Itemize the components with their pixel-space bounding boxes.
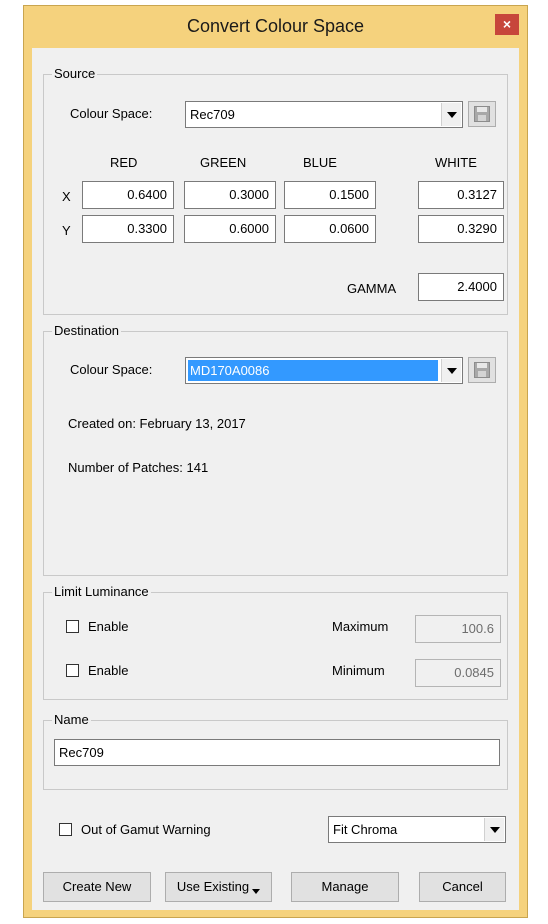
manage-button[interactable]: Manage [291, 872, 399, 902]
source-colour-space-select[interactable]: Rec709 [185, 101, 463, 128]
close-icon: × [502, 16, 512, 32]
create-new-button[interactable]: Create New [43, 872, 151, 902]
maximum-enable-label: Enable [88, 619, 129, 634]
number-of-patches-text: Number of Patches: 141 [68, 460, 209, 475]
chevron-down-icon[interactable] [441, 359, 461, 382]
convert-colour-space-dialog: Convert Colour Space × Source Colour Spa… [23, 5, 528, 918]
dropdown-caret-icon [252, 889, 261, 894]
name-input[interactable]: Rec709 [54, 739, 500, 766]
save-disk-icon [474, 106, 490, 122]
source-legend: Source [52, 66, 98, 82]
x-blue-field[interactable]: 0.1500 [284, 181, 376, 209]
row-x-label: X [62, 189, 71, 204]
gamut-warning-label: Out of Gamut Warning [81, 822, 211, 837]
title-bar[interactable]: Convert Colour Space × [24, 6, 527, 48]
gamut-mapping-select[interactable]: Fit Chroma [328, 816, 506, 843]
name-group: Name Rec709 [43, 712, 508, 790]
destination-legend: Destination [52, 323, 122, 339]
header-white: WHITE [435, 155, 477, 170]
use-existing-button[interactable]: Use Existing [165, 872, 272, 902]
limit-luminance-legend: Limit Luminance [52, 584, 151, 600]
limit-luminance-group: Limit Luminance Enable Maximum 100.6 Ena… [43, 584, 508, 700]
close-button[interactable]: × [495, 14, 519, 35]
destination-group: Destination Colour Space: MD170A0086 Cre… [43, 323, 508, 576]
source-colour-space-label: Colour Space: [70, 106, 153, 121]
dialog-client-area: Source Colour Space: Rec709 RED GREEN BL… [32, 48, 519, 910]
cancel-label: Cancel [442, 879, 483, 894]
created-on-text: Created on: February 13, 2017 [68, 416, 246, 431]
minimum-enable-checkbox[interactable] [66, 664, 79, 677]
source-colour-space-value: Rec709 [190, 107, 235, 122]
gamma-label: GAMMA [347, 281, 397, 296]
chevron-down-icon[interactable] [441, 103, 461, 126]
chevron-down-icon[interactable] [484, 818, 504, 841]
gamut-warning-checkbox[interactable] [59, 823, 72, 836]
name-legend: Name [52, 712, 91, 728]
use-existing-label: Use Existing [176, 879, 250, 894]
save-disk-icon [474, 362, 490, 378]
header-blue: BLUE [303, 155, 337, 170]
manage-label: Manage [321, 879, 369, 894]
row-y-label: Y [62, 223, 71, 238]
destination-colour-space-value: MD170A0086 [188, 360, 438, 381]
maximum-field[interactable]: 100.6 [415, 615, 501, 643]
y-green-field[interactable]: 0.6000 [184, 215, 276, 243]
header-red: RED [110, 155, 138, 170]
minimum-field[interactable]: 0.0845 [415, 659, 501, 687]
maximum-label: Maximum [332, 619, 389, 634]
minimum-enable-label: Enable [88, 663, 129, 678]
destination-colour-space-select[interactable]: MD170A0086 [185, 357, 463, 384]
x-white-field[interactable]: 0.3127 [418, 181, 504, 209]
y-red-field[interactable]: 0.3300 [82, 215, 174, 243]
maximum-enable-checkbox[interactable] [66, 620, 79, 633]
cancel-button[interactable]: Cancel [419, 872, 506, 902]
minimum-label: Minimum [332, 663, 385, 678]
y-white-field[interactable]: 0.3290 [418, 215, 504, 243]
y-blue-field[interactable]: 0.0600 [284, 215, 376, 243]
gamut-mapping-value: Fit Chroma [333, 822, 398, 837]
header-green: GREEN [200, 155, 247, 170]
destination-colour-space-label: Colour Space: [70, 362, 153, 377]
window-title: Convert Colour Space [186, 16, 365, 36]
x-green-field[interactable]: 0.3000 [184, 181, 276, 209]
x-red-field[interactable]: 0.6400 [82, 181, 174, 209]
destination-save-button[interactable] [468, 357, 496, 383]
source-group: Source Colour Space: Rec709 RED GREEN BL… [43, 66, 508, 315]
create-new-label: Create New [62, 879, 132, 894]
gamma-field[interactable]: 2.4000 [418, 273, 504, 301]
source-save-button[interactable] [468, 101, 496, 127]
